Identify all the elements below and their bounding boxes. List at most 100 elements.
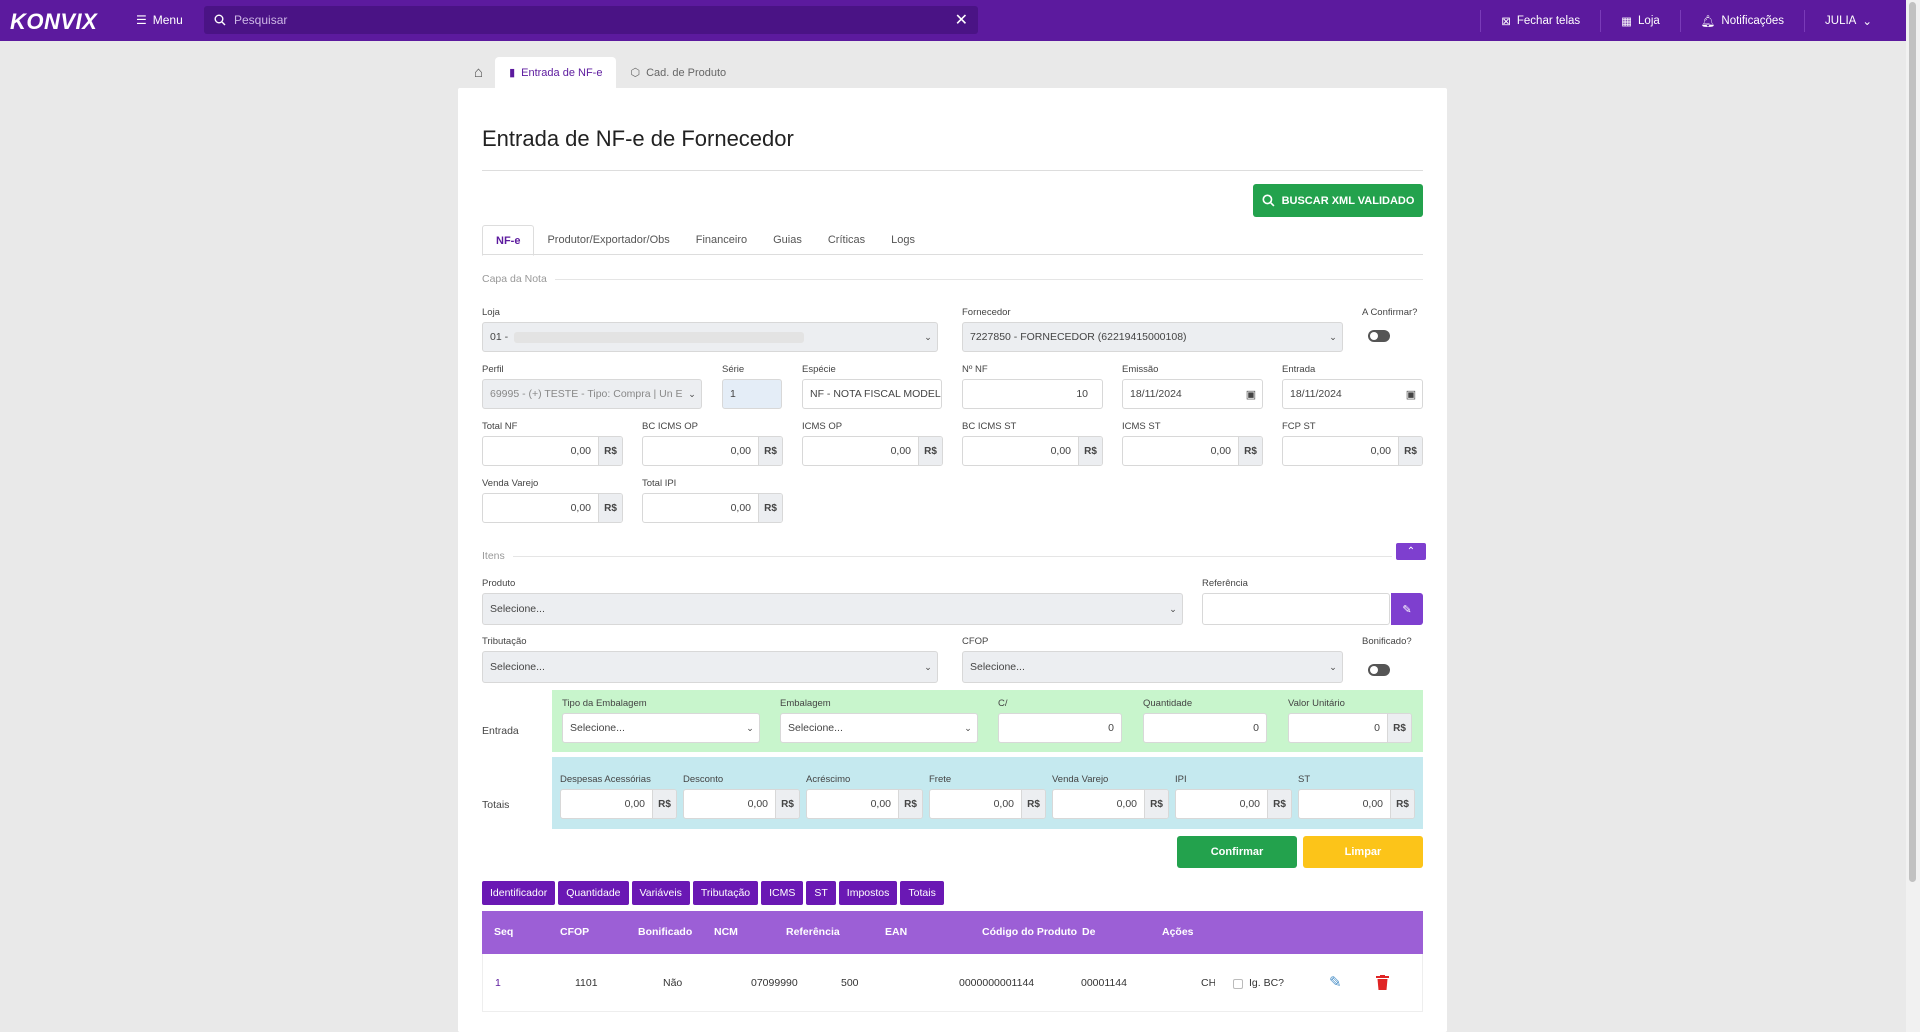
tab-nfe[interactable]: NF-e: [482, 225, 535, 256]
embalagem-label: Embalagem: [780, 698, 831, 709]
tab-produtor[interactable]: Produtor/Exportador/Obs: [534, 225, 682, 255]
fornecedor-value: 7227850 - FORNECEDOR (62219415000108): [970, 331, 1187, 343]
calendar-icon[interactable]: ▣: [1400, 388, 1422, 401]
grid-tab-tributacao[interactable]: Tributação: [692, 881, 759, 905]
nnf-input[interactable]: 10: [962, 379, 1103, 409]
referencia-label: Referência: [1202, 578, 1248, 589]
tab-guias[interactable]: Guias: [760, 225, 815, 255]
fcp-st-value: 0,00: [1370, 445, 1391, 457]
confirmar-button[interactable]: Confirmar: [1177, 836, 1297, 868]
serie-label: Série: [722, 364, 745, 375]
icms-st-value: 0,00: [1210, 445, 1231, 457]
search-icon: [1262, 194, 1275, 207]
desconto-input[interactable]: 0,00 R$: [683, 789, 800, 819]
grid-tab-variaveis[interactable]: Variáveis: [631, 881, 690, 905]
grid-tab-impostos[interactable]: Impostos: [838, 881, 898, 905]
desconto-label: Desconto: [683, 774, 724, 785]
ig-bc-checkbox[interactable]: [1233, 979, 1243, 989]
entrada-label: Entrada: [1282, 364, 1316, 375]
grid-tab-totais[interactable]: Totais: [900, 881, 944, 905]
valor-unitario-input[interactable]: 0 R$: [1288, 713, 1412, 743]
col-referencia[interactable]: Referência: [786, 926, 840, 938]
ipi-input[interactable]: 0,00 R$: [1175, 789, 1292, 819]
tipo-embalagem-select[interactable]: Selecione... ⌄: [562, 713, 760, 743]
table-header: Seq CFOP Bonificado NCM Referência EAN C…: [482, 911, 1423, 954]
calendar-icon[interactable]: ▣: [1240, 388, 1262, 401]
notificacoes-button[interactable]: 🔔︎ Notificações: [1679, 9, 1804, 32]
serie-input[interactable]: 1: [722, 379, 782, 409]
embalagem-select[interactable]: Selecione... ⌄: [780, 713, 978, 743]
col-seq[interactable]: Seq: [494, 926, 513, 938]
fechar-telas-button[interactable]: ⊠ Fechar telas: [1480, 9, 1600, 32]
col-ncm[interactable]: NCM: [714, 926, 738, 938]
currency-addon: R$: [598, 437, 622, 465]
cell-de: CH: [1201, 977, 1215, 989]
close-icon[interactable]: ✕: [955, 10, 968, 30]
perfil-select[interactable]: 69995 - (+) TESTE - Tipo: Compra | Un E.…: [482, 379, 702, 409]
emissao-date-input[interactable]: 18/11/2024 ▣: [1122, 379, 1263, 409]
entrada-date-input[interactable]: 18/11/2024 ▣: [1282, 379, 1423, 409]
home-tab[interactable]: ⌂: [462, 57, 495, 88]
col-bonificado[interactable]: Bonificado: [638, 926, 692, 938]
user-menu[interactable]: JULIA ⌄: [1804, 9, 1892, 32]
page-scrollbar[interactable]: [1906, 0, 1920, 1032]
bc-icms-st-label: BC ICMS ST: [962, 421, 1017, 432]
store-icon: ▦: [1621, 15, 1633, 28]
grid-tab-identificador[interactable]: Identificador: [482, 881, 556, 905]
bonificado-toggle[interactable]: [1368, 664, 1390, 676]
loja-button[interactable]: ▦ Loja: [1600, 9, 1680, 32]
icms-st-input[interactable]: 0,00 R$: [1122, 436, 1263, 466]
fornecedor-select[interactable]: 7227850 - FORNECEDOR (62219415000108) ⌄: [962, 322, 1343, 352]
tab-criticas[interactable]: Críticas: [815, 225, 878, 255]
limpar-button[interactable]: Limpar: [1303, 836, 1423, 868]
c-input[interactable]: 0: [998, 713, 1122, 743]
konvix-logo[interactable]: KONVIX: [10, 9, 97, 35]
total-ipi-input[interactable]: 0,00 R$: [642, 493, 783, 523]
col-de[interactable]: De: [1082, 926, 1095, 938]
produto-select[interactable]: Selecione... ⌄: [482, 593, 1183, 625]
referencia-input[interactable]: [1202, 593, 1390, 625]
search-input[interactable]: [234, 13, 947, 27]
fcp-st-input[interactable]: 0,00 R$: [1282, 436, 1423, 466]
cfop-select[interactable]: Selecione... ⌄: [962, 651, 1343, 683]
loja-select[interactable]: 01 - ⌄: [482, 322, 938, 352]
bc-icms-op-label: BC ICMS OP: [642, 421, 698, 432]
edit-referencia-button[interactable]: ✎: [1391, 593, 1423, 625]
collapse-button[interactable]: ⌃: [1396, 543, 1426, 560]
acrescimo-input[interactable]: 0,00 R$: [806, 789, 923, 819]
quantidade-input[interactable]: 0: [1143, 713, 1267, 743]
grid-tab-icms[interactable]: ICMS: [761, 881, 804, 905]
embalagem-value: Selecione...: [788, 722, 843, 734]
bc-icms-op-input[interactable]: 0,00 R$: [642, 436, 783, 466]
venda-varejo-item-input[interactable]: 0,00 R$: [1052, 789, 1169, 819]
total-nf-input[interactable]: 0,00 R$: [482, 436, 623, 466]
especie-select[interactable]: NF - NOTA FISCAL MODEL: [802, 379, 942, 409]
col-cfop[interactable]: CFOP: [560, 926, 589, 938]
col-ean[interactable]: EAN: [885, 926, 907, 938]
tributacao-select[interactable]: Selecione... ⌄: [482, 651, 938, 683]
col-codigo-produto[interactable]: Código do Produto: [982, 926, 1077, 938]
despesas-input[interactable]: 0,00 R$: [560, 789, 677, 819]
venda-varejo-input[interactable]: 0,00 R$: [482, 493, 623, 523]
cell-ncm: 07099990: [751, 977, 798, 989]
grid-tab-st[interactable]: ST: [806, 881, 836, 905]
tab-cad-produto[interactable]: ⬡ Cad. de Produto: [616, 57, 740, 88]
tab-logs[interactable]: Logs: [878, 225, 928, 255]
quantidade-value: 0: [1253, 722, 1259, 734]
trash-icon[interactable]: [1376, 975, 1389, 990]
pencil-icon[interactable]: ✎: [1329, 973, 1342, 991]
grid-tab-quantidade[interactable]: Quantidade: [558, 881, 629, 905]
st-input[interactable]: 0,00 R$: [1298, 789, 1415, 819]
buscar-xml-button[interactable]: BUSCAR XML VALIDADO: [1253, 184, 1423, 217]
icms-op-input[interactable]: 0,00 R$: [802, 436, 943, 466]
table-row[interactable]: 1 1101 Não 07099990 500 0000000001144 00…: [482, 954, 1423, 1012]
cell-seq: 1: [495, 977, 501, 989]
bc-icms-st-input[interactable]: 0,00 R$: [962, 436, 1103, 466]
tab-entrada-nfe[interactable]: ▮ Entrada de NF-e: [495, 57, 617, 88]
frete-input[interactable]: 0,00 R$: [929, 789, 1046, 819]
aconfirmar-toggle[interactable]: [1368, 330, 1390, 342]
cfop-value: Selecione...: [970, 661, 1025, 673]
menu-button[interactable]: ☰ Menu: [136, 13, 183, 27]
cell-cfop: 1101: [575, 977, 598, 989]
tab-financeiro[interactable]: Financeiro: [683, 225, 760, 255]
